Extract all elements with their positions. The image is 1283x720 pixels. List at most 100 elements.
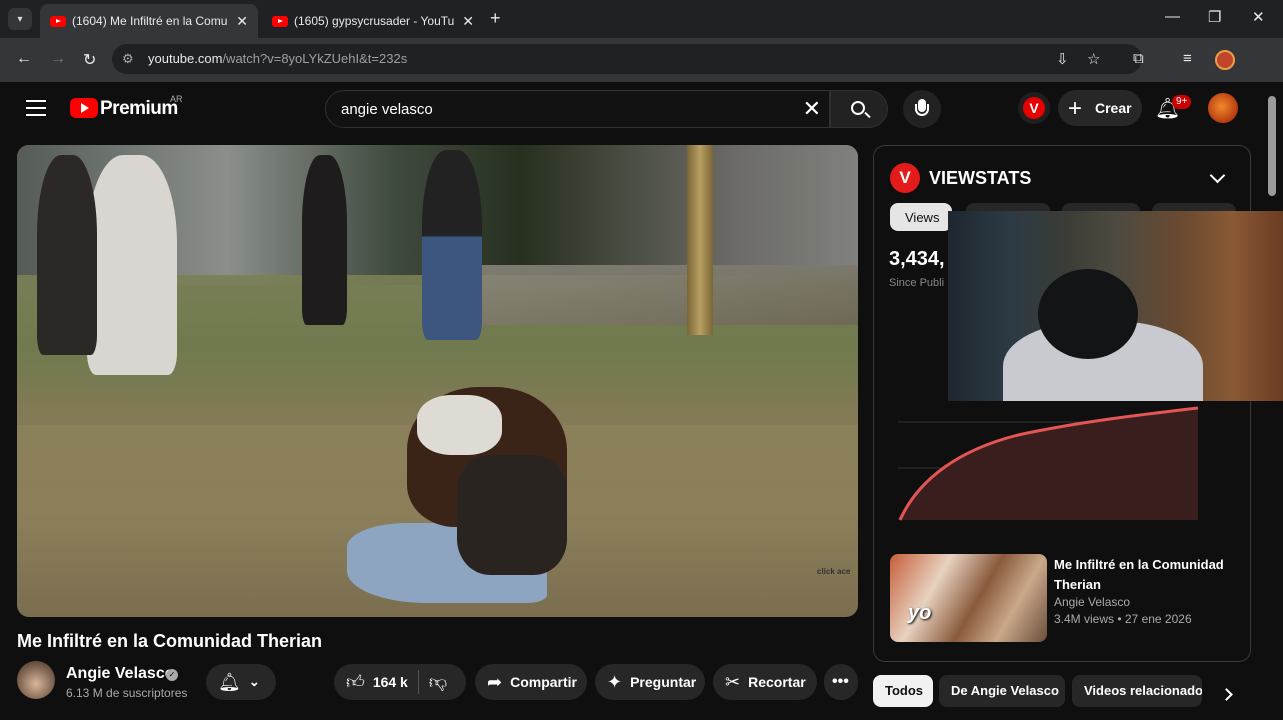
chevron-right-icon[interactable]	[1220, 688, 1233, 701]
share-icon: ➦	[487, 671, 503, 692]
minimize-icon[interactable]: —	[1165, 8, 1180, 25]
country-code: AR	[170, 94, 183, 104]
chip-label: Videos relacionados	[1084, 683, 1202, 698]
related-video-thumbnail[interactable]	[890, 554, 1047, 642]
browser-profile-avatar[interactable]	[1215, 50, 1235, 70]
channel-avatar[interactable]	[17, 661, 55, 699]
since-label: Since Publi	[889, 277, 945, 289]
search-icon	[851, 101, 865, 115]
media-control-icon[interactable]: ≡	[1183, 50, 1192, 67]
dislike-icon[interactable]: 👎︎	[429, 671, 447, 693]
clip-label: Recortar	[748, 674, 806, 690]
tab-title: (1604) Me Infiltré en la Comunidad Theri…	[72, 14, 228, 28]
subscriber-count: 6.13 M de suscriptores	[66, 686, 188, 700]
person-figure	[87, 155, 177, 375]
close-tab-icon[interactable]: ✕	[236, 13, 248, 30]
tab-channel[interactable]: (1605) gypsycrusader - YouTube ✕	[262, 4, 484, 38]
streamer-head	[1038, 269, 1138, 359]
views-chart	[898, 406, 1199, 521]
premium-logo-text[interactable]: Premium	[100, 98, 178, 120]
chip-related[interactable]: Videos relacionados	[1072, 675, 1202, 707]
chevron-down-icon: ⌄	[248, 674, 260, 689]
viewstats-badge-text: V	[1023, 97, 1045, 119]
related-video-meta: 3.4M views • 27 ene 2026	[1054, 612, 1192, 626]
tab-video[interactable]: (1604) Me Infiltré en la Comunidad Theri…	[40, 4, 258, 38]
chip-all[interactable]: Todos	[873, 675, 933, 707]
url-text: youtube.com/watch?v=8yoLYkZUehI&t=232s	[148, 51, 407, 66]
person-figure	[302, 155, 347, 325]
webcam-overlay	[948, 211, 1283, 401]
search-input[interactable]: angie velasco	[341, 101, 433, 118]
tab-search-button[interactable]: ▾	[8, 8, 32, 30]
like-dislike-group[interactable]: 👍︎ 164 k 👎︎	[334, 664, 466, 700]
girl-body	[457, 455, 567, 575]
voice-search-button[interactable]	[903, 90, 941, 128]
viewstats-logo-icon: V	[890, 163, 920, 193]
views-area	[900, 408, 1198, 520]
url-path: /watch?v=8yoLYkZUehI&t=232s	[222, 51, 408, 66]
url-domain: youtube.com	[148, 51, 223, 66]
sparkle-icon: ✦	[607, 671, 623, 692]
site-info-icon[interactable]: ⚙	[122, 51, 134, 67]
tab-views[interactable]: Views	[890, 203, 952, 231]
youtube-favicon-icon	[50, 15, 66, 27]
clear-search-icon[interactable]: ✕	[803, 96, 821, 122]
lamp-post	[687, 145, 713, 335]
forward-icon[interactable]: →	[50, 50, 66, 68]
video-path	[437, 265, 858, 325]
tab-label: Views	[905, 210, 940, 225]
ask-button[interactable]: ✦ Preguntar	[595, 664, 705, 700]
menu-icon[interactable]	[26, 100, 46, 116]
youtube-favicon-icon	[272, 15, 288, 27]
extensions-icon[interactable]: ⧉	[1133, 50, 1144, 67]
notification-count-badge: 9+	[1172, 95, 1192, 109]
like-icon[interactable]: 👍︎	[346, 671, 365, 693]
like-count: 164 k	[372, 674, 408, 690]
close-tab-icon[interactable]: ✕	[462, 13, 474, 30]
more-actions-button[interactable]: •••	[824, 664, 858, 700]
more-icon: •••	[832, 673, 849, 690]
new-tab-icon[interactable]: +	[490, 8, 501, 29]
youtube-logo-icon[interactable]	[70, 98, 98, 118]
browser-tab-bar: ▾ (1604) Me Infiltré en la Comunidad The…	[0, 0, 1283, 38]
youtube-header: Premium AR angie velasco ✕ V + Crear 🔔︎ 9…	[0, 82, 1283, 134]
related-video-channel[interactable]: Angie Velasco	[1054, 595, 1130, 609]
video-watermark: click ace	[817, 567, 851, 576]
chip-label: De Angie Velasco	[951, 683, 1059, 698]
search-box[interactable]: angie velasco ✕	[325, 90, 830, 128]
bell-icon: 🔔︎	[218, 671, 241, 692]
viewstats-title: VIEWSTATS	[929, 168, 1032, 188]
close-window-icon[interactable]: ✕	[1252, 8, 1265, 26]
plus-icon: +	[1068, 95, 1083, 122]
share-button[interactable]: ➦ Compartir	[475, 664, 587, 700]
verified-check-icon: ✓	[166, 669, 178, 681]
scissors-icon: ✂	[725, 671, 741, 692]
chip-label: Todos	[885, 683, 924, 698]
viewstats-extension-button[interactable]: V	[1018, 92, 1050, 124]
reload-icon[interactable]: ↻	[83, 50, 96, 70]
related-video-title[interactable]: Me Infiltré en la Comunidad Therian	[1054, 555, 1244, 595]
animal-mask	[417, 395, 502, 455]
create-button[interactable]: + Crear	[1058, 90, 1142, 126]
video-title: Me Infiltré en la Comunidad Therian	[17, 631, 323, 651]
person-figure	[37, 155, 97, 355]
chip-from-channel[interactable]: De Angie Velasco	[939, 675, 1065, 707]
search-button[interactable]	[830, 90, 888, 128]
thumbnail-text: yo	[908, 602, 932, 624]
install-app-icon[interactable]: ⇩	[1056, 50, 1069, 68]
bookmark-star-icon[interactable]: ☆	[1087, 50, 1100, 68]
subscription-bell-button[interactable]: 🔔︎ ⌄	[206, 664, 276, 700]
chevron-down-icon[interactable]	[1209, 167, 1226, 184]
clip-button[interactable]: ✂ Recortar	[713, 664, 817, 700]
account-avatar[interactable]	[1208, 93, 1238, 123]
view-count: 3,434,	[889, 248, 945, 270]
person-figure	[422, 150, 482, 340]
maximize-icon[interactable]: ❐	[1208, 8, 1221, 26]
back-icon[interactable]: ←	[16, 50, 32, 68]
video-player[interactable]: click ace	[17, 145, 858, 617]
browser-toolbar: ← → ↻ ⚙ youtube.com/watch?v=8yoLYkZUehI&…	[0, 38, 1283, 82]
page-scrollbar[interactable]	[1268, 96, 1276, 196]
ask-label: Preguntar	[630, 674, 697, 690]
address-bar[interactable]: ⚙ youtube.com/watch?v=8yoLYkZUehI&t=232s	[112, 44, 1142, 74]
channel-name[interactable]: Angie Velasco	[66, 665, 175, 683]
